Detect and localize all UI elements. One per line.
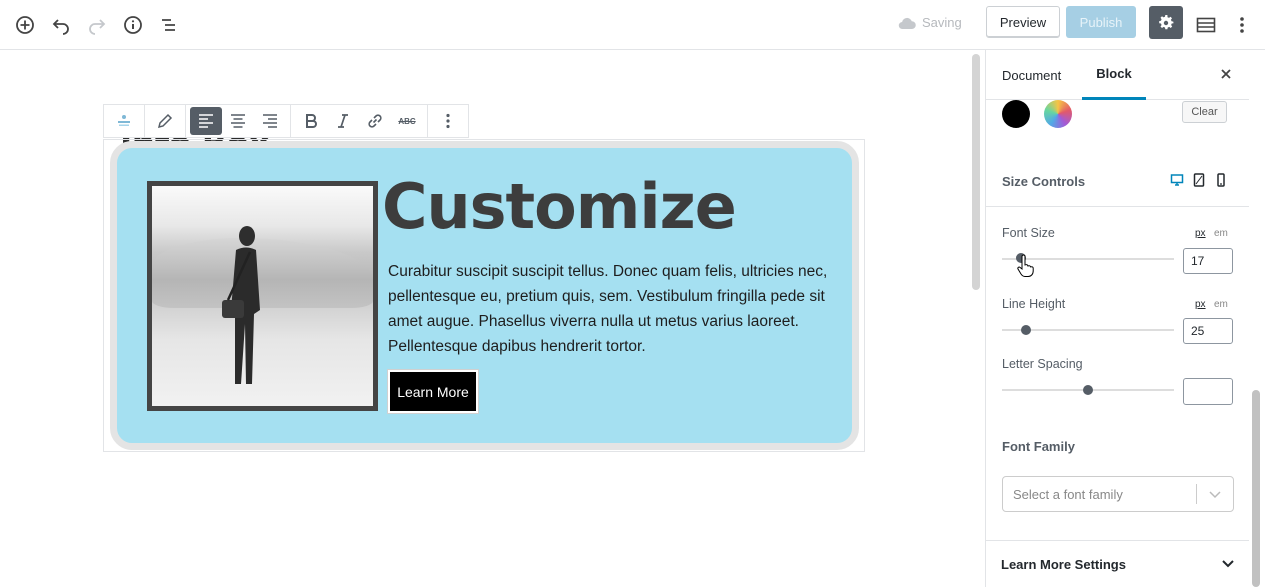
chevron-down-icon [1197,487,1233,501]
block-type-icon[interactable] [108,107,140,135]
close-icon[interactable] [1218,66,1234,82]
preview-button[interactable]: Preview [986,6,1060,38]
font-size-input[interactable]: 17 [1183,248,1233,274]
saving-status: Saving [898,15,962,30]
link-icon[interactable] [359,107,391,135]
align-right-icon[interactable] [254,107,286,135]
size-controls-heading: Size Controls [1002,174,1086,189]
info-box-description[interactable]: Curabitur suscipit suscipit tellus. Done… [388,259,828,359]
font-family-heading: Font Family [1002,439,1075,454]
bold-icon[interactable] [295,107,327,135]
clear-color-button[interactable]: Clear [1182,101,1227,123]
line-height-unit-px[interactable]: px [1195,299,1206,310]
add-block-icon[interactable] [10,10,40,40]
letter-spacing-slider-thumb[interactable] [1083,385,1093,395]
edit-pencil-icon[interactable] [149,107,181,135]
font-size-unit-px[interactable]: px [1195,228,1206,239]
undo-icon[interactable] [46,10,76,40]
fullscreen-mode-icon[interactable] [1191,10,1221,40]
editor-scrollbar[interactable] [972,54,980,290]
saving-label: Saving [922,15,962,30]
line-height-slider-thumb[interactable] [1021,325,1031,335]
sidebar-scrollbar[interactable] [1252,390,1260,587]
info-icon[interactable] [118,10,148,40]
hand-cursor-icon [1017,254,1034,277]
color-swatch-black[interactable] [1002,100,1030,128]
settings-button[interactable] [1149,6,1183,39]
chevron-down-icon [1222,560,1234,568]
learn-more-settings-panel[interactable]: Learn More Settings [986,540,1249,587]
letter-spacing-input[interactable] [1183,378,1233,405]
redo-icon[interactable] [82,10,112,40]
line-height-label: Line Height [1002,297,1066,311]
publish-button[interactable]: Publish [1066,6,1136,38]
info-box-image[interactable] [147,181,378,411]
align-left-icon[interactable] [190,107,222,135]
custom-color-picker[interactable] [1044,100,1072,128]
sidebar-tabs: Document Block [986,50,1249,100]
cloud-icon [898,17,916,29]
font-size-label: Font Size [1002,226,1055,240]
gear-icon [1159,14,1174,29]
more-menu-icon[interactable] [1227,10,1257,40]
learn-more-button[interactable]: Learn More [387,369,479,414]
letter-spacing-label: Letter Spacing [1002,357,1083,371]
strikethrough-label: ABC [398,116,416,126]
strikethrough-icon[interactable]: ABC [391,107,423,135]
font-size-unit-em[interactable]: em [1214,228,1228,239]
align-center-icon[interactable] [222,107,254,135]
desktop-icon[interactable] [1170,173,1184,187]
italic-icon[interactable] [327,107,359,135]
font-family-placeholder: Select a font family [1013,486,1123,502]
more-options-icon[interactable] [432,107,464,135]
tablet-icon[interactable] [1192,173,1206,187]
learn-more-settings-title: Learn More Settings [1001,557,1126,572]
editor-header: Saving Preview Publish [0,0,1265,50]
line-height-input[interactable]: 25 [1183,318,1233,344]
block-navigation-icon[interactable] [154,10,184,40]
line-height-unit-em[interactable]: em [1214,299,1228,310]
block-toolbar: ABC [103,104,469,138]
person-silhouette [222,226,260,384]
tab-document[interactable]: Document [1002,50,1061,100]
settings-sidebar: Document Block Clear Size Controls Font … [985,50,1249,587]
mobile-icon[interactable] [1214,173,1228,187]
tab-block[interactable]: Block [1082,50,1146,100]
font-family-select[interactable]: Select a font family [1002,476,1234,512]
info-box-heading[interactable]: Customize [382,170,737,243]
